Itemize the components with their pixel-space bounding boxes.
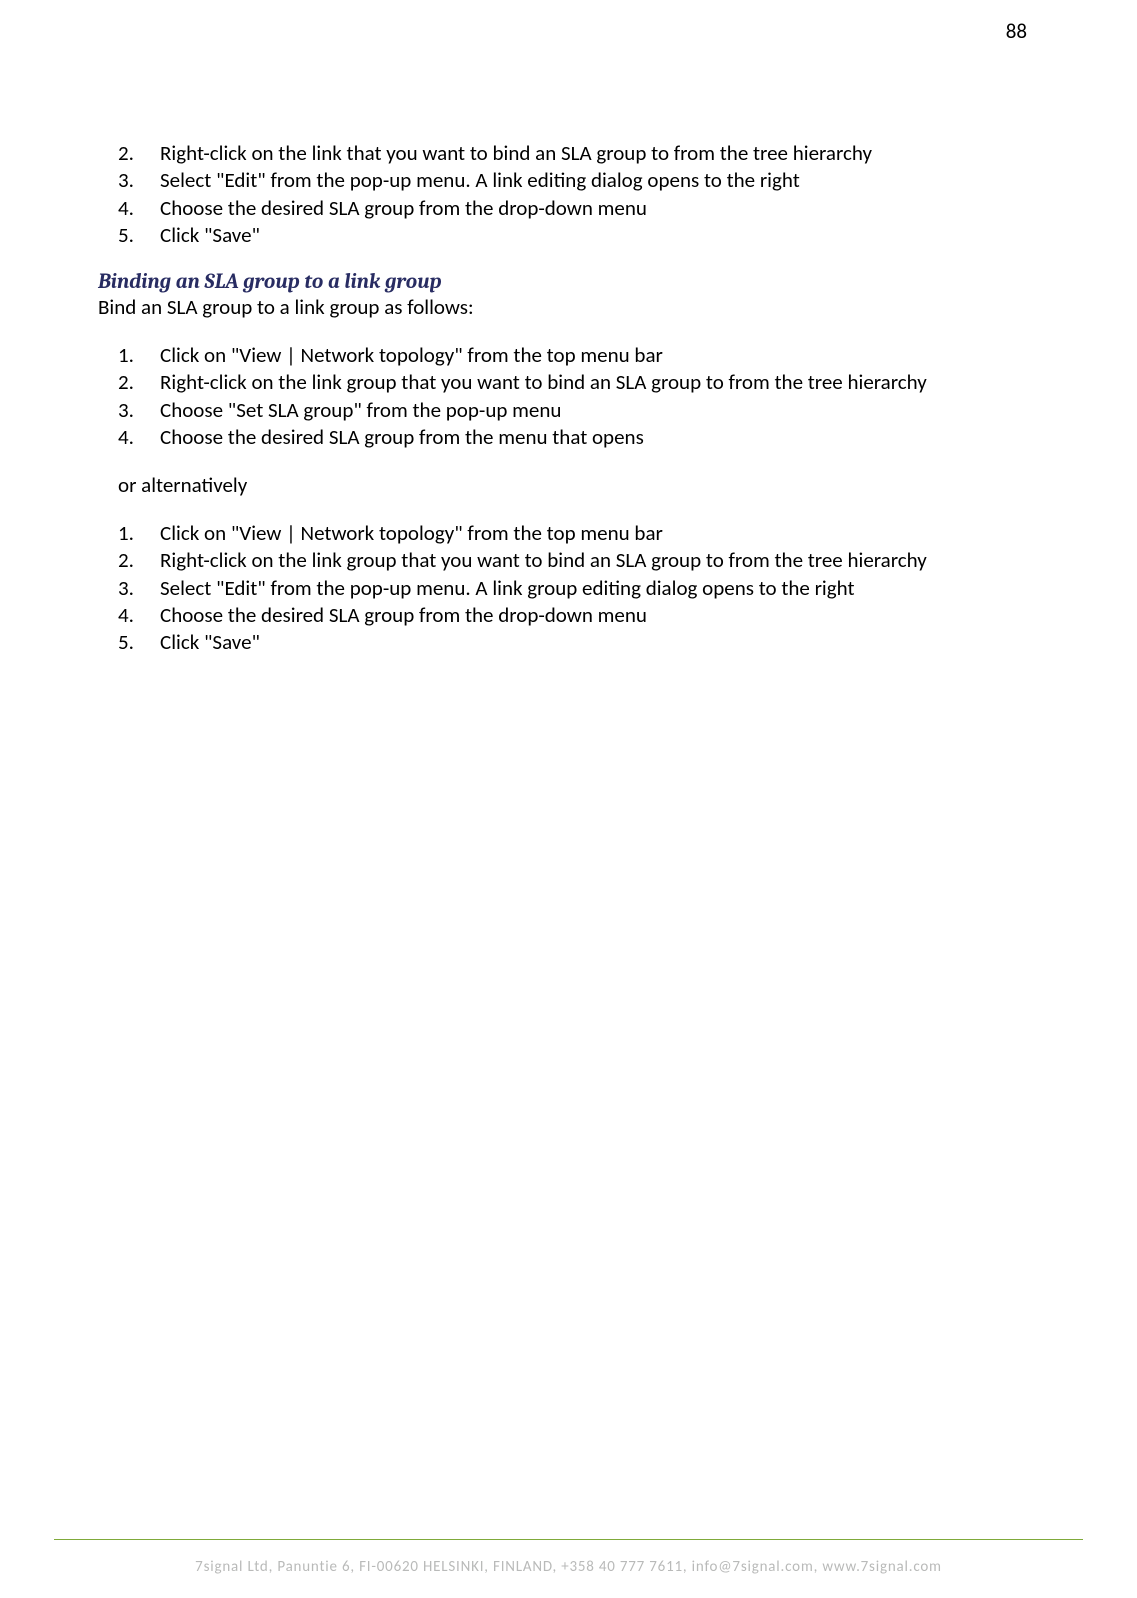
list-text: Right-click on the link that you want to… xyxy=(160,140,1032,166)
list-2: 1.Click on "View | Network topology" fro… xyxy=(118,342,1032,450)
alternative-text: or alternatively xyxy=(118,472,1032,498)
list-item: 5.Click "Save" xyxy=(118,222,1032,248)
list-item: 2.Right-click on the link group that you… xyxy=(118,369,1032,395)
list-number: 2. xyxy=(118,369,160,395)
list-item: 4.Choose the desired SLA group from the … xyxy=(118,602,1032,628)
page-number: 88 xyxy=(1006,18,1027,44)
list-number: 5. xyxy=(118,222,160,248)
list-text: Click on "View | Network topology" from … xyxy=(160,520,1032,546)
intro-text: Bind an SLA group to a link group as fol… xyxy=(98,294,1032,320)
list-item: 3.Select "Edit" from the pop-up menu. A … xyxy=(118,575,1032,601)
list-text: Choose the desired SLA group from the me… xyxy=(160,424,1032,450)
list-text: Right-click on the link group that you w… xyxy=(160,369,1032,395)
list-number: 3. xyxy=(118,397,160,423)
main-content: 2.Right-click on the link that you want … xyxy=(98,140,1032,677)
list-number: 2. xyxy=(118,140,160,166)
list-number: 4. xyxy=(118,424,160,450)
list-number: 3. xyxy=(118,167,160,193)
list-text: Click "Save" xyxy=(160,222,1032,248)
list-item: 2.Right-click on the link group that you… xyxy=(118,547,1032,573)
list-item: 2.Right-click on the link that you want … xyxy=(118,140,1032,166)
list-number: 5. xyxy=(118,629,160,655)
list-number: 4. xyxy=(118,602,160,628)
list-item: 5.Click "Save" xyxy=(118,629,1032,655)
list-text: Choose the desired SLA group from the dr… xyxy=(160,602,1032,628)
list-item: 1.Click on "View | Network topology" fro… xyxy=(118,342,1032,368)
list-1: 2.Right-click on the link that you want … xyxy=(118,140,1032,248)
list-number: 2. xyxy=(118,547,160,573)
list-item: 4.Choose the desired SLA group from the … xyxy=(118,195,1032,221)
list-number: 1. xyxy=(118,342,160,368)
list-text: Select "Edit" from the pop-up menu. A li… xyxy=(160,575,1032,601)
list-text: Choose "Set SLA group" from the pop-up m… xyxy=(160,397,1032,423)
list-text: Choose the desired SLA group from the dr… xyxy=(160,195,1032,221)
footer-text: 7signal Ltd, Panuntie 6, FI-00620 HELSIN… xyxy=(0,1558,1137,1576)
footer-divider xyxy=(54,1539,1083,1540)
list-number: 1. xyxy=(118,520,160,546)
list-number: 3. xyxy=(118,575,160,601)
list-text: Click "Save" xyxy=(160,629,1032,655)
section-heading: Binding an SLA group to a link group xyxy=(98,270,1032,294)
list-item: 3.Choose "Set SLA group" from the pop-up… xyxy=(118,397,1032,423)
list-text: Select "Edit" from the pop-up menu. A li… xyxy=(160,167,1032,193)
list-text: Right-click on the link group that you w… xyxy=(160,547,1032,573)
list-text: Click on "View | Network topology" from … xyxy=(160,342,1032,368)
list-item: 3.Select "Edit" from the pop-up menu. A … xyxy=(118,167,1032,193)
list-item: 4.Choose the desired SLA group from the … xyxy=(118,424,1032,450)
list-item: 1.Click on "View | Network topology" fro… xyxy=(118,520,1032,546)
list-3: 1.Click on "View | Network topology" fro… xyxy=(118,520,1032,655)
list-number: 4. xyxy=(118,195,160,221)
